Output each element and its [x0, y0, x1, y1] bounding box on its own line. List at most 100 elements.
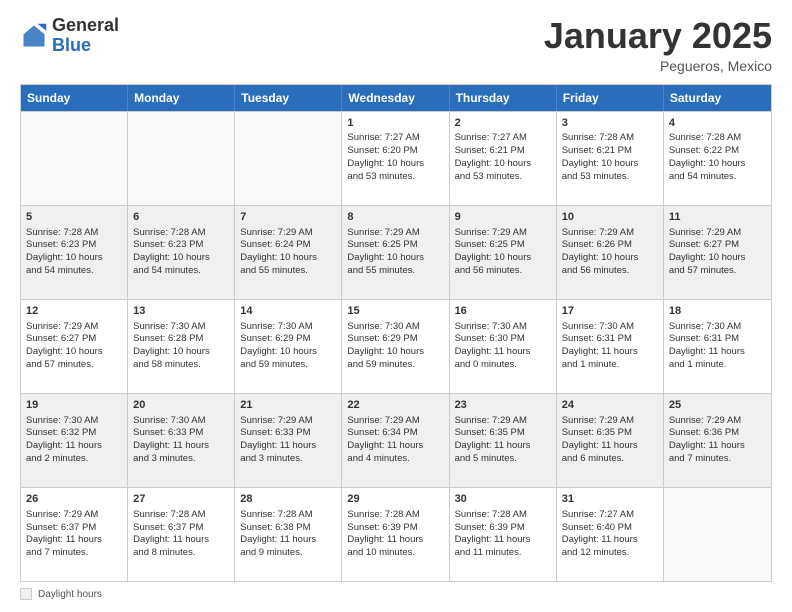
day-info-line: and 2 minutes.	[26, 453, 122, 466]
day-info-line: Sunrise: 7:29 AM	[669, 227, 766, 240]
day-info-line: Sunset: 6:20 PM	[347, 145, 443, 158]
day-info-line: Sunset: 6:23 PM	[133, 239, 229, 252]
calendar-cell: 4Sunrise: 7:28 AMSunset: 6:22 PMDaylight…	[664, 112, 771, 205]
day-info-line: Sunset: 6:38 PM	[240, 522, 336, 535]
day-info-line: and 55 minutes.	[240, 265, 336, 278]
logo: General Blue	[20, 16, 119, 56]
day-info-line: and 53 minutes.	[455, 171, 551, 184]
day-info-line: Sunset: 6:37 PM	[26, 522, 122, 535]
day-info-line: Daylight: 10 hours	[26, 346, 122, 359]
calendar-header-cell: Wednesday	[342, 85, 449, 111]
day-info-line: Daylight: 10 hours	[347, 346, 443, 359]
legend-label: Daylight hours	[38, 589, 102, 600]
day-info-line: Sunrise: 7:28 AM	[669, 132, 766, 145]
day-number: 28	[240, 492, 336, 507]
day-info-line: and 54 minutes.	[133, 265, 229, 278]
day-info-line: Sunset: 6:34 PM	[347, 427, 443, 440]
day-info-line: Sunrise: 7:29 AM	[240, 415, 336, 428]
day-info-line: Sunrise: 7:29 AM	[455, 227, 551, 240]
logo-blue-text: Blue	[52, 35, 91, 55]
calendar-header-row: SundayMondayTuesdayWednesdayThursdayFrid…	[21, 85, 771, 111]
day-info-line: Sunrise: 7:29 AM	[347, 227, 443, 240]
day-info-line: and 5 minutes.	[455, 453, 551, 466]
calendar-header-cell: Tuesday	[235, 85, 342, 111]
calendar-row: 5Sunrise: 7:28 AMSunset: 6:23 PMDaylight…	[21, 205, 771, 299]
day-number: 2	[455, 116, 551, 131]
day-number: 1	[347, 116, 443, 131]
month-title: January 2025	[544, 16, 772, 56]
day-info-line: Daylight: 10 hours	[455, 158, 551, 171]
day-info-line: Sunset: 6:26 PM	[562, 239, 658, 252]
day-number: 30	[455, 492, 551, 507]
day-info-line: Sunrise: 7:30 AM	[455, 321, 551, 334]
day-info-line: Sunrise: 7:30 AM	[347, 321, 443, 334]
day-info-line: and 4 minutes.	[347, 453, 443, 466]
day-info-line: Daylight: 11 hours	[347, 440, 443, 453]
day-number: 24	[562, 398, 658, 413]
day-info-line: Daylight: 10 hours	[562, 252, 658, 265]
day-info-line: Sunset: 6:40 PM	[562, 522, 658, 535]
calendar-cell: 30Sunrise: 7:28 AMSunset: 6:39 PMDayligh…	[450, 488, 557, 581]
day-info-line: Daylight: 10 hours	[240, 252, 336, 265]
day-number: 5	[26, 210, 122, 225]
day-number: 26	[26, 492, 122, 507]
day-info-line: and 59 minutes.	[240, 359, 336, 372]
day-info-line: and 3 minutes.	[133, 453, 229, 466]
day-info-line: Daylight: 10 hours	[669, 158, 766, 171]
calendar-cell: 7Sunrise: 7:29 AMSunset: 6:24 PMDaylight…	[235, 206, 342, 299]
day-info-line: Sunrise: 7:28 AM	[455, 509, 551, 522]
day-info-line: Sunrise: 7:28 AM	[347, 509, 443, 522]
day-info-line: Daylight: 11 hours	[562, 440, 658, 453]
day-info-line: and 11 minutes.	[455, 547, 551, 560]
day-info-line: Daylight: 10 hours	[133, 346, 229, 359]
footer: Daylight hours	[20, 588, 772, 600]
day-info-line: Sunrise: 7:29 AM	[347, 415, 443, 428]
day-info-line: and 56 minutes.	[455, 265, 551, 278]
day-info-line: Sunrise: 7:30 AM	[669, 321, 766, 334]
day-info-line: Sunset: 6:24 PM	[240, 239, 336, 252]
day-info-line: Sunset: 6:29 PM	[240, 333, 336, 346]
day-info-line: Daylight: 11 hours	[669, 440, 766, 453]
day-number: 13	[133, 304, 229, 319]
day-number: 3	[562, 116, 658, 131]
day-number: 27	[133, 492, 229, 507]
title-block: January 2025 Pegueros, Mexico	[544, 16, 772, 74]
day-info-line: Sunrise: 7:28 AM	[26, 227, 122, 240]
day-info-line: Sunrise: 7:28 AM	[133, 227, 229, 240]
calendar-cell: 24Sunrise: 7:29 AMSunset: 6:35 PMDayligh…	[557, 394, 664, 487]
day-info-line: Sunset: 6:25 PM	[347, 239, 443, 252]
calendar-cell: 9Sunrise: 7:29 AMSunset: 6:25 PMDaylight…	[450, 206, 557, 299]
day-number: 14	[240, 304, 336, 319]
day-number: 25	[669, 398, 766, 413]
calendar-cell: 13Sunrise: 7:30 AMSunset: 6:28 PMDayligh…	[128, 300, 235, 393]
day-info-line: Sunrise: 7:30 AM	[26, 415, 122, 428]
day-info-line: and 54 minutes.	[26, 265, 122, 278]
day-number: 12	[26, 304, 122, 319]
day-number: 10	[562, 210, 658, 225]
day-info-line: Sunset: 6:35 PM	[562, 427, 658, 440]
day-info-line: Daylight: 11 hours	[455, 346, 551, 359]
logo-icon	[20, 22, 48, 50]
day-number: 9	[455, 210, 551, 225]
calendar-cell: 23Sunrise: 7:29 AMSunset: 6:35 PMDayligh…	[450, 394, 557, 487]
calendar-cell: 12Sunrise: 7:29 AMSunset: 6:27 PMDayligh…	[21, 300, 128, 393]
day-info-line: Sunrise: 7:29 AM	[562, 227, 658, 240]
day-info-line: and 6 minutes.	[562, 453, 658, 466]
calendar-header-cell: Friday	[557, 85, 664, 111]
day-info-line: Sunrise: 7:29 AM	[26, 321, 122, 334]
day-info-line: Sunset: 6:21 PM	[562, 145, 658, 158]
calendar-cell: 18Sunrise: 7:30 AMSunset: 6:31 PMDayligh…	[664, 300, 771, 393]
day-info-line: Sunset: 6:39 PM	[347, 522, 443, 535]
day-info-line: Sunset: 6:37 PM	[133, 522, 229, 535]
day-info-line: Sunrise: 7:28 AM	[133, 509, 229, 522]
day-info-line: Sunrise: 7:27 AM	[455, 132, 551, 145]
day-info-line: and 0 minutes.	[455, 359, 551, 372]
day-number: 17	[562, 304, 658, 319]
day-info-line: Sunrise: 7:27 AM	[562, 509, 658, 522]
calendar-cell	[235, 112, 342, 205]
day-number: 16	[455, 304, 551, 319]
day-number: 21	[240, 398, 336, 413]
day-info-line: and 3 minutes.	[240, 453, 336, 466]
day-info-line: and 56 minutes.	[562, 265, 658, 278]
day-info-line: Sunset: 6:23 PM	[26, 239, 122, 252]
